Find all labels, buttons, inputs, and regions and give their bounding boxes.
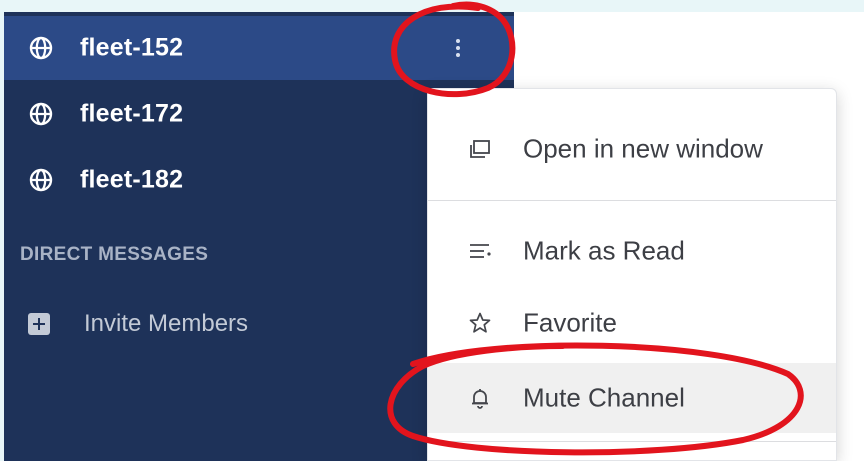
- dot: [456, 53, 460, 57]
- channel-label: fleet-172: [80, 99, 184, 128]
- channel-item-fleet-152[interactable]: fleet-152: [4, 16, 514, 80]
- dot: [456, 46, 460, 50]
- menu-item-open-in-new-window[interactable]: Open in new window: [428, 117, 836, 181]
- menu-item-label: Mute Channel: [523, 382, 685, 413]
- menu-item-label: Favorite: [523, 307, 617, 338]
- menu-item-label: Mark as Read: [523, 235, 685, 266]
- channel-menu-button[interactable]: [448, 32, 468, 64]
- globe-icon: [29, 102, 53, 126]
- dot: [456, 39, 460, 43]
- channel-label: fleet-182: [80, 165, 184, 194]
- menu-item-mute-channel[interactable]: Mute Channel: [428, 363, 836, 433]
- globe-icon: [29, 168, 53, 192]
- invite-members-label: Invite Members: [84, 310, 249, 337]
- menu-divider: [428, 441, 836, 442]
- new-window-icon: [470, 140, 490, 158]
- star-icon: [469, 312, 491, 333]
- menu-item-favorite[interactable]: Favorite: [428, 291, 836, 355]
- menu-divider: [428, 200, 836, 201]
- plus-icon: [28, 313, 50, 335]
- menu-item-mark-as-read[interactable]: Mark as Read: [428, 219, 836, 283]
- app-window: fleet-152 fleet-172 fleet-182 DIRECT MES…: [0, 0, 864, 461]
- bell-icon: [472, 389, 488, 409]
- mark-read-icon: [470, 244, 491, 258]
- menu-item-label: Open in new window: [523, 133, 763, 164]
- channel-label: fleet-152: [80, 33, 184, 62]
- direct-messages-heading: DIRECT MESSAGES: [20, 244, 209, 265]
- globe-icon: [29, 36, 53, 60]
- channel-context-menu: Open in new window Mark as Read Favorite: [427, 88, 837, 461]
